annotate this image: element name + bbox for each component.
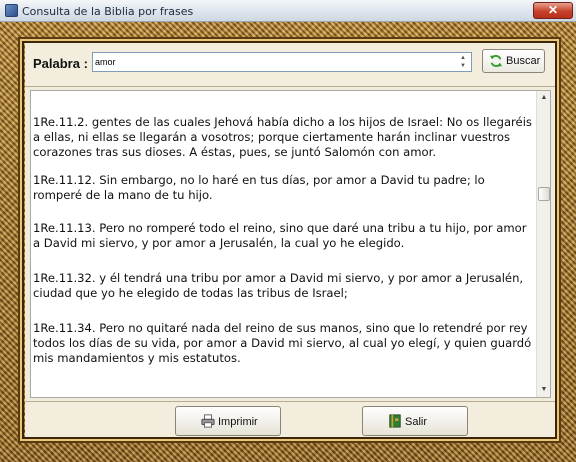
book-icon [389, 414, 401, 428]
window-title: Consulta de la Biblia por frases [22, 5, 194, 18]
scroll-up-icon[interactable]: ▲ [537, 91, 550, 105]
search-input[interactable] [93, 53, 453, 71]
printer-icon [201, 414, 215, 428]
verse-item[interactable]: 1Re.11.2. gentes de las cuales Jehová ha… [33, 115, 533, 160]
search-field[interactable]: ▲▼ [92, 52, 472, 72]
close-button[interactable]: ✕ [533, 2, 573, 19]
verse-item[interactable]: 1Re.11.32. y él tendrá una tribu por amo… [33, 271, 533, 301]
vertical-scrollbar[interactable]: ▲ ▼ [536, 91, 550, 397]
button-bar: Imprimir Salir [25, 401, 555, 437]
app-icon [5, 4, 18, 17]
title-bar: Consulta de la Biblia por frases ✕ [0, 0, 576, 22]
scroll-thumb[interactable] [538, 187, 550, 201]
results-content: 1Re.11.2. gentes de las cuales Jehová ha… [31, 91, 537, 397]
search-button-label: Buscar [506, 55, 541, 67]
verse-item[interactable]: 1Re.11.34. Pero no quitaré nada del rein… [33, 321, 533, 366]
print-button-label: Imprimir [218, 416, 258, 428]
verse-item[interactable]: 1Re.11.12. Sin embargo, no lo haré en tu… [33, 173, 533, 203]
results-list[interactable]: 1Re.11.2. gentes de las cuales Jehová ha… [30, 90, 551, 398]
main-panel: Palabra : ▲▼ Buscar 1Re.11.2. gentes de … [25, 43, 555, 437]
close-icon: ✕ [547, 3, 559, 17]
search-button[interactable]: Buscar [482, 49, 545, 73]
search-bar: Palabra : ▲▼ Buscar [25, 43, 555, 87]
spin-arrows-icon[interactable]: ▲ ▼ [456, 54, 470, 70]
exit-button-label: Salir [405, 416, 428, 428]
exit-button[interactable]: Salir [362, 406, 468, 436]
scroll-down-icon[interactable]: ▼ [537, 383, 550, 397]
refresh-icon [489, 54, 503, 68]
verse-item[interactable]: 1Re.11.13. Pero no romperé todo el reino… [33, 221, 533, 251]
search-label: Palabra : [33, 56, 88, 71]
ornate-frame: Palabra : ▲▼ Buscar 1Re.11.2. gentes de … [0, 22, 576, 462]
print-button[interactable]: Imprimir [175, 406, 281, 436]
